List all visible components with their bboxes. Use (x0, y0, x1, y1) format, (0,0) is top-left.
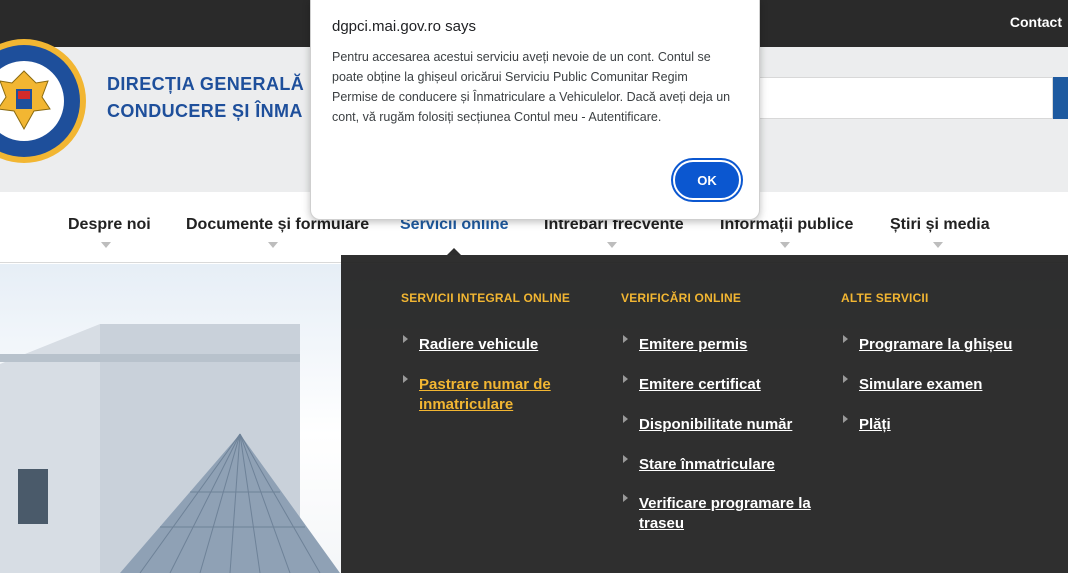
link-stare-inmatriculare[interactable]: Stare înmatriculare (621, 455, 821, 475)
chevron-down-icon (933, 242, 943, 248)
ok-button[interactable]: OK (673, 160, 741, 200)
link-simulare-examen[interactable]: Simulare examen (841, 375, 1051, 395)
link-disponibilitate-numar[interactable]: Disponibilitate număr (621, 415, 821, 435)
link-programare-ghiseu[interactable]: Programare la ghișeu (841, 335, 1051, 355)
link-radiere-vehicule[interactable]: Radiere vehicule (401, 335, 601, 355)
contact-link[interactable]: Contact (1010, 14, 1062, 30)
link-plati[interactable]: Plăți (841, 415, 1051, 435)
dialog-message: Pentru accesarea acestui serviciu aveți … (332, 50, 731, 124)
site-title-line1: DIRECȚIA GENERALĂ (107, 74, 305, 94)
chevron-down-icon (780, 242, 790, 248)
site-title-line2: CONDUCERE ȘI ÎNMA (107, 101, 303, 121)
dialog-title: dgpci.mai.gov.ro says (332, 18, 476, 35)
column-verificari-online: VERIFICĂRI ONLINE Emitere permis Emitere… (621, 291, 821, 534)
search-input[interactable] (740, 77, 1053, 119)
coat-of-arms-logo[interactable] (0, 37, 88, 165)
site-title[interactable]: DIRECȚIA GENERALĂ CONDUCERE ȘI ÎNMA (107, 71, 304, 125)
column-alte-servicii: ALTE SERVICII Programare la ghișeu Simul… (841, 291, 1051, 435)
services-dropdown-menu: SERVICII INTEGRAL ONLINE Radiere vehicul… (341, 255, 1068, 573)
link-verificare-programare[interactable]: Verificare programare la traseu (621, 494, 821, 534)
link-pastrare-numar[interactable]: Pastrare numar de inmatriculare (401, 375, 571, 415)
column-heading: SERVICII INTEGRAL ONLINE (401, 291, 571, 305)
nav-stiri[interactable]: Știri și media (890, 216, 990, 234)
search-button[interactable] (1053, 77, 1068, 119)
chevron-down-icon (268, 242, 278, 248)
chevron-up-icon (447, 248, 461, 255)
alert-dialog: dgpci.mai.gov.ro says Pentru accesarea a… (310, 0, 760, 220)
column-servicii-integral: SERVICII INTEGRAL ONLINE Radiere vehicul… (401, 291, 601, 415)
chevron-down-icon (101, 242, 111, 248)
column-heading: ALTE SERVICII (841, 291, 929, 305)
nav-despre-noi[interactable]: Despre noi (68, 216, 151, 234)
column-heading: VERIFICĂRI ONLINE (621, 291, 742, 305)
link-emitere-certificat[interactable]: Emitere certificat (621, 375, 821, 395)
link-emitere-permis[interactable]: Emitere permis (621, 335, 821, 355)
chevron-down-icon (607, 242, 617, 248)
